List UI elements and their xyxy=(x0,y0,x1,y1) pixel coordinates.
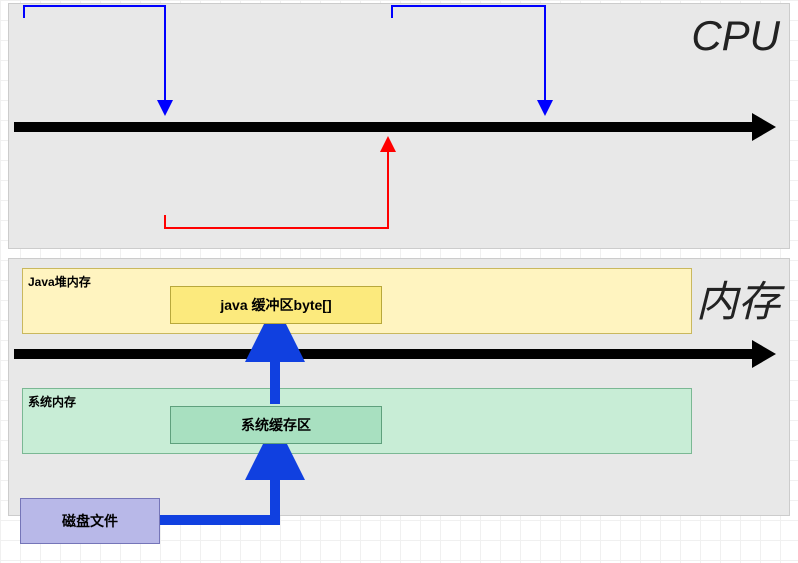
memory-title: 内存 xyxy=(696,268,780,329)
disk-file-box: 磁盘文件 xyxy=(20,498,160,544)
cpu-title: CPU xyxy=(691,12,780,60)
java-buffer-box: java 缓冲区byte[] xyxy=(170,286,382,324)
java-heap-label: Java堆内存 xyxy=(28,273,91,290)
cpu-timeline-arrow xyxy=(14,122,754,132)
memory-timeline-arrow xyxy=(14,349,754,359)
system-cache-box: 系统缓存区 xyxy=(170,406,382,444)
system-memory-label: 系统内存 xyxy=(28,393,76,410)
